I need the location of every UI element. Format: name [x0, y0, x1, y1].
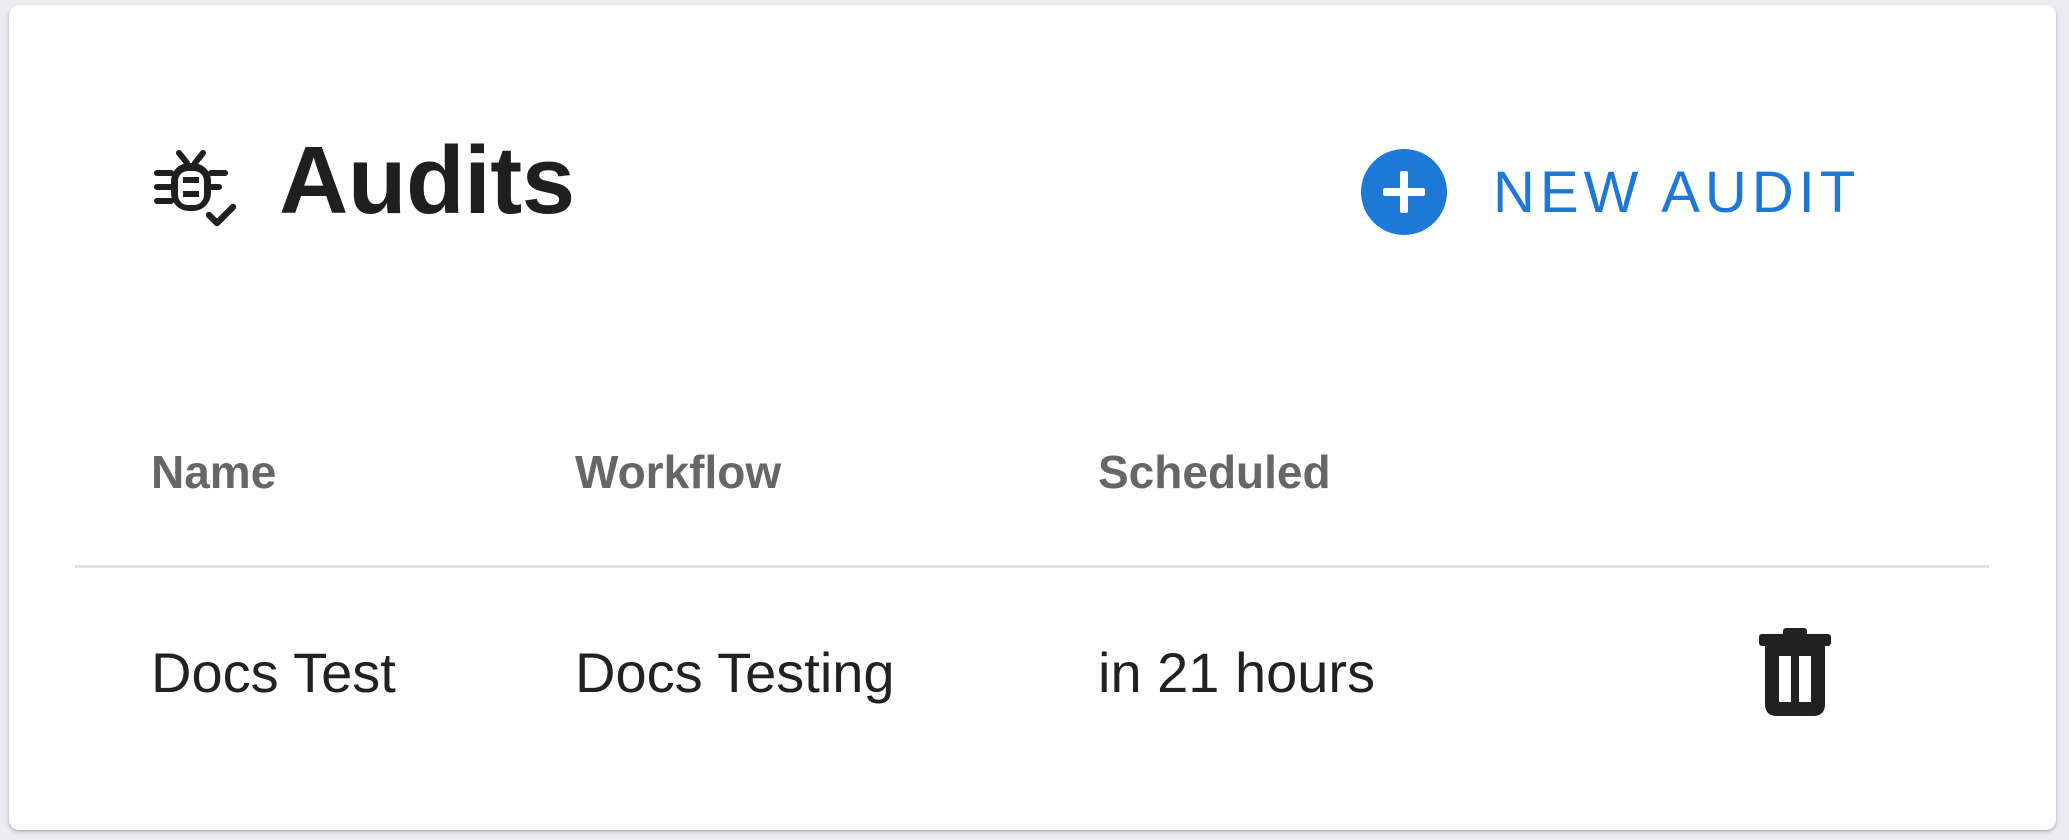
table-row[interactable]: Docs Test Docs Testing in 21 hours [75, 568, 1989, 778]
new-audit-button[interactable]: NEW AUDIT [1361, 142, 1860, 242]
cell-scheduled: in 21 hours [1098, 641, 1376, 704]
column-header-workflow: Workflow [575, 446, 782, 498]
cell-name: Docs Test [151, 641, 396, 704]
plus-circle-icon [1361, 149, 1447, 235]
trash-icon[interactable] [1755, 628, 1835, 716]
column-header-scheduled: Scheduled [1098, 446, 1331, 498]
new-audit-label: NEW AUDIT [1493, 159, 1861, 225]
page-title: Audits [279, 127, 575, 234]
audits-table: Name Workflow Scheduled Docs Test Docs T… [75, 425, 1989, 778]
column-header-name: Name [151, 446, 277, 498]
audits-card: Audits NEW AUDIT Name Workflow Scheduled… [9, 5, 2056, 830]
cell-workflow: Docs Testing [575, 641, 895, 704]
table-header: Name Workflow Scheduled [75, 425, 1989, 568]
bug-check-icon [154, 150, 237, 227]
card-header: Audits NEW AUDIT [9, 5, 2056, 305]
